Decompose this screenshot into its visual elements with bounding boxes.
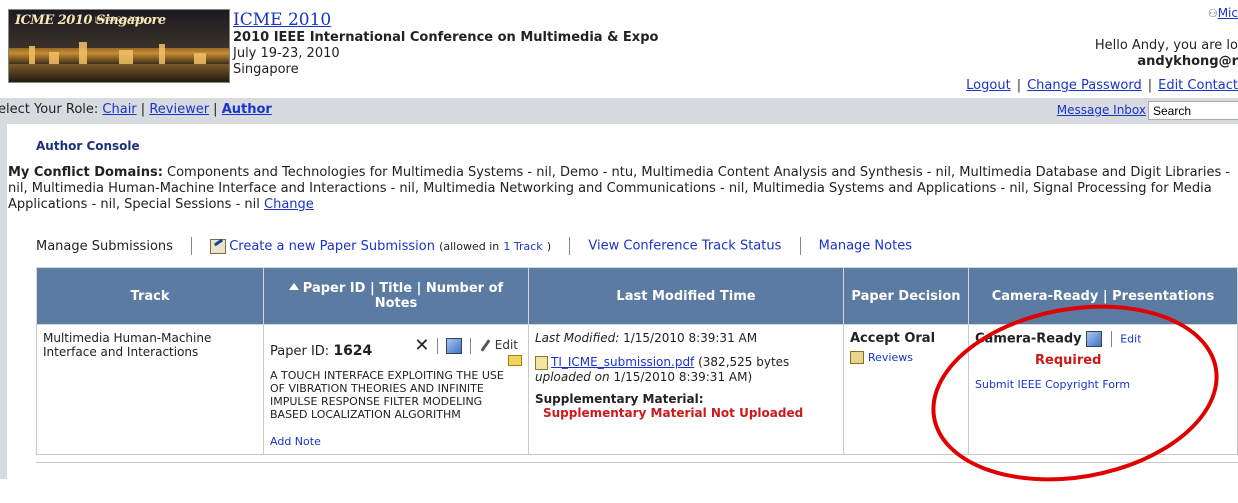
paper-id: Paper ID: 1624: [270, 343, 372, 359]
file-size: (382,525 bytes: [698, 355, 790, 369]
sort-up-icon: [288, 283, 299, 290]
top-right-link[interactable]: ⚇Mic: [1208, 6, 1238, 20]
next-row-edge: [36, 462, 1238, 480]
edit-note-icon: [210, 238, 227, 254]
edit-contact-link[interactable]: Edit Contact: [1158, 78, 1238, 93]
header-paper-id[interactable]: Paper ID | Title | Number of Notes: [263, 267, 529, 325]
console-title: Author Console: [36, 139, 140, 153]
copy-icon[interactable]: [446, 337, 463, 354]
logout-link[interactable]: Logout: [966, 78, 1011, 93]
last-modified-cell: Last Modified: 1/15/2010 8:39:31 AM TI_I…: [528, 324, 844, 455]
user-greeting: Hello Andy, you are lo: [1094, 38, 1238, 53]
create-submission-link[interactable]: Create a new Paper Submission: [229, 239, 435, 254]
camera-ready-edit-link[interactable]: Edit: [1120, 333, 1141, 346]
banner-logo-subtext: July 19-23, 2010: [95, 16, 145, 23]
view-track-status-link[interactable]: View Conference Track Status: [588, 239, 781, 254]
tool-divider: [437, 337, 439, 354]
pencil-icon: [480, 339, 491, 352]
left-margin-strip: [0, 124, 7, 479]
camera-ready-header: Camera-Ready Edit: [975, 331, 1231, 347]
conference-info: ICME 2010 2010 IEEE International Confer…: [233, 12, 658, 78]
account-links: Logout | Change Password | Edit Contact: [966, 78, 1238, 93]
paper-edit-link[interactable]: Edit: [495, 338, 518, 352]
withdraw-x-icon[interactable]: ✕: [414, 335, 429, 356]
table-row: Multimedia Human-Machine Interface and I…: [36, 324, 1238, 455]
role-reviewer-link[interactable]: Reviewer: [149, 102, 209, 117]
reviews-link[interactable]: Reviews: [868, 351, 913, 364]
user-email: andykhong@r: [1137, 54, 1238, 69]
supplementary-status: Supplementary Material Not Uploaded: [543, 405, 804, 420]
message-inbox-link[interactable]: Message Inbox: [1057, 103, 1146, 117]
divider: [799, 237, 801, 255]
camera-ready-required: Required: [1035, 353, 1102, 368]
divider: [569, 237, 571, 255]
add-note-link[interactable]: Add Note: [270, 435, 522, 448]
copy-icon[interactable]: [1086, 331, 1103, 347]
camera-ready-cell: Camera-Ready Edit Required Submit IEEE C…: [968, 324, 1238, 455]
create-submission-group: Create a new Paper Submission (allowed i…: [210, 238, 552, 254]
last-modified-label: Last Modified:: [535, 331, 620, 345]
uploaded-value: 1/15/2010 8:39:31 AM): [613, 369, 753, 384]
page-header: ICME 2010 Singapore July 19-23, 2010 ICM…: [0, 0, 1238, 94]
mail-icon[interactable]: [508, 355, 522, 366]
paper-id-value: 1624: [333, 343, 373, 359]
manage-notes-link[interactable]: Manage Notes: [819, 239, 912, 254]
role-chair-link[interactable]: Chair: [102, 102, 136, 117]
submission-file-link[interactable]: TI_ICME_submission.pdf: [551, 355, 694, 369]
conference-location: Singapore: [233, 62, 299, 77]
allowed-track-link[interactable]: 1 Track: [503, 240, 542, 253]
decision-value: Accept Oral: [850, 331, 936, 346]
decision-cell: Accept Oral Reviews: [843, 324, 969, 455]
conference-full-name: 2010 IEEE International Conference on Mu…: [233, 30, 659, 45]
conference-dates: July 19-23, 2010: [233, 46, 340, 61]
header-title-label[interactable]: Title: [379, 281, 412, 296]
tool-divider: [1110, 331, 1112, 347]
track-cell: Multimedia Human-Machine Interface and I…: [36, 324, 264, 455]
conflict-domains: My Conflict Domains: Components and Tech…: [8, 165, 1238, 213]
manage-bar: Manage Submissions Create a new Paper Su…: [36, 237, 912, 255]
table-header-row: Track Paper ID | Title | Number of Notes…: [36, 267, 1238, 325]
pdf-file-icon: [535, 355, 548, 370]
role-prefix: elect Your Role:: [0, 102, 99, 117]
ieee-copyright-link[interactable]: Submit IEEE Copyright Form: [975, 378, 1231, 391]
top-right-link-text[interactable]: Mic: [1218, 6, 1238, 20]
paper-title: A TOUCH INTERFACE EXPLOITING THE USE OF …: [270, 369, 504, 421]
header-track[interactable]: Track: [36, 267, 264, 325]
role-selector: elect Your Role: Chair | Reviewer | Auth…: [0, 102, 272, 117]
people-icon: ⚇: [1207, 7, 1218, 20]
paper-tools: ✕ Edit: [414, 335, 518, 356]
paper-cell: Paper ID: 1624 ✕ Edit A TOUCH INTERFACE …: [263, 324, 529, 455]
supplementary-label: Supplementary Material:: [535, 391, 704, 406]
change-password-link[interactable]: Change Password: [1027, 78, 1142, 93]
reviews-icon: [850, 351, 864, 364]
change-conflicts-link[interactable]: Change: [264, 197, 314, 212]
header-last-modified[interactable]: Last Modified Time: [528, 267, 844, 325]
last-modified-value: 1/15/2010 8:39:31 AM: [623, 331, 758, 345]
role-bar: elect Your Role: Chair | Reviewer | Auth…: [0, 98, 1238, 124]
manage-submissions-label: Manage Submissions: [36, 238, 173, 254]
submissions-table: Track Paper ID | Title | Number of Notes…: [36, 267, 1238, 455]
search-input[interactable]: [1148, 101, 1238, 120]
paper-id-label: Paper ID:: [270, 344, 330, 359]
allowed-suffix: ): [546, 239, 552, 253]
uploaded-label: uploaded on: [535, 369, 610, 384]
conference-banner-image: ICME 2010 Singapore July 19-23, 2010: [8, 9, 230, 83]
allowed-prefix: (allowed in: [439, 239, 500, 253]
role-author-link[interactable]: Author: [222, 102, 272, 117]
header-camera-ready[interactable]: Camera-Ready | Presentations: [968, 267, 1238, 325]
conference-name-link[interactable]: ICME 2010: [233, 10, 331, 30]
camera-ready-label: Camera-Ready: [975, 331, 1082, 347]
divider: [191, 237, 193, 255]
conflict-label: My Conflict Domains:: [8, 165, 163, 180]
header-decision[interactable]: Paper Decision: [843, 267, 969, 325]
tool-divider: [469, 337, 471, 354]
header-paper-id-label[interactable]: Paper ID: [303, 281, 366, 296]
conflict-text: Components and Technologies for Multimed…: [8, 165, 1231, 212]
